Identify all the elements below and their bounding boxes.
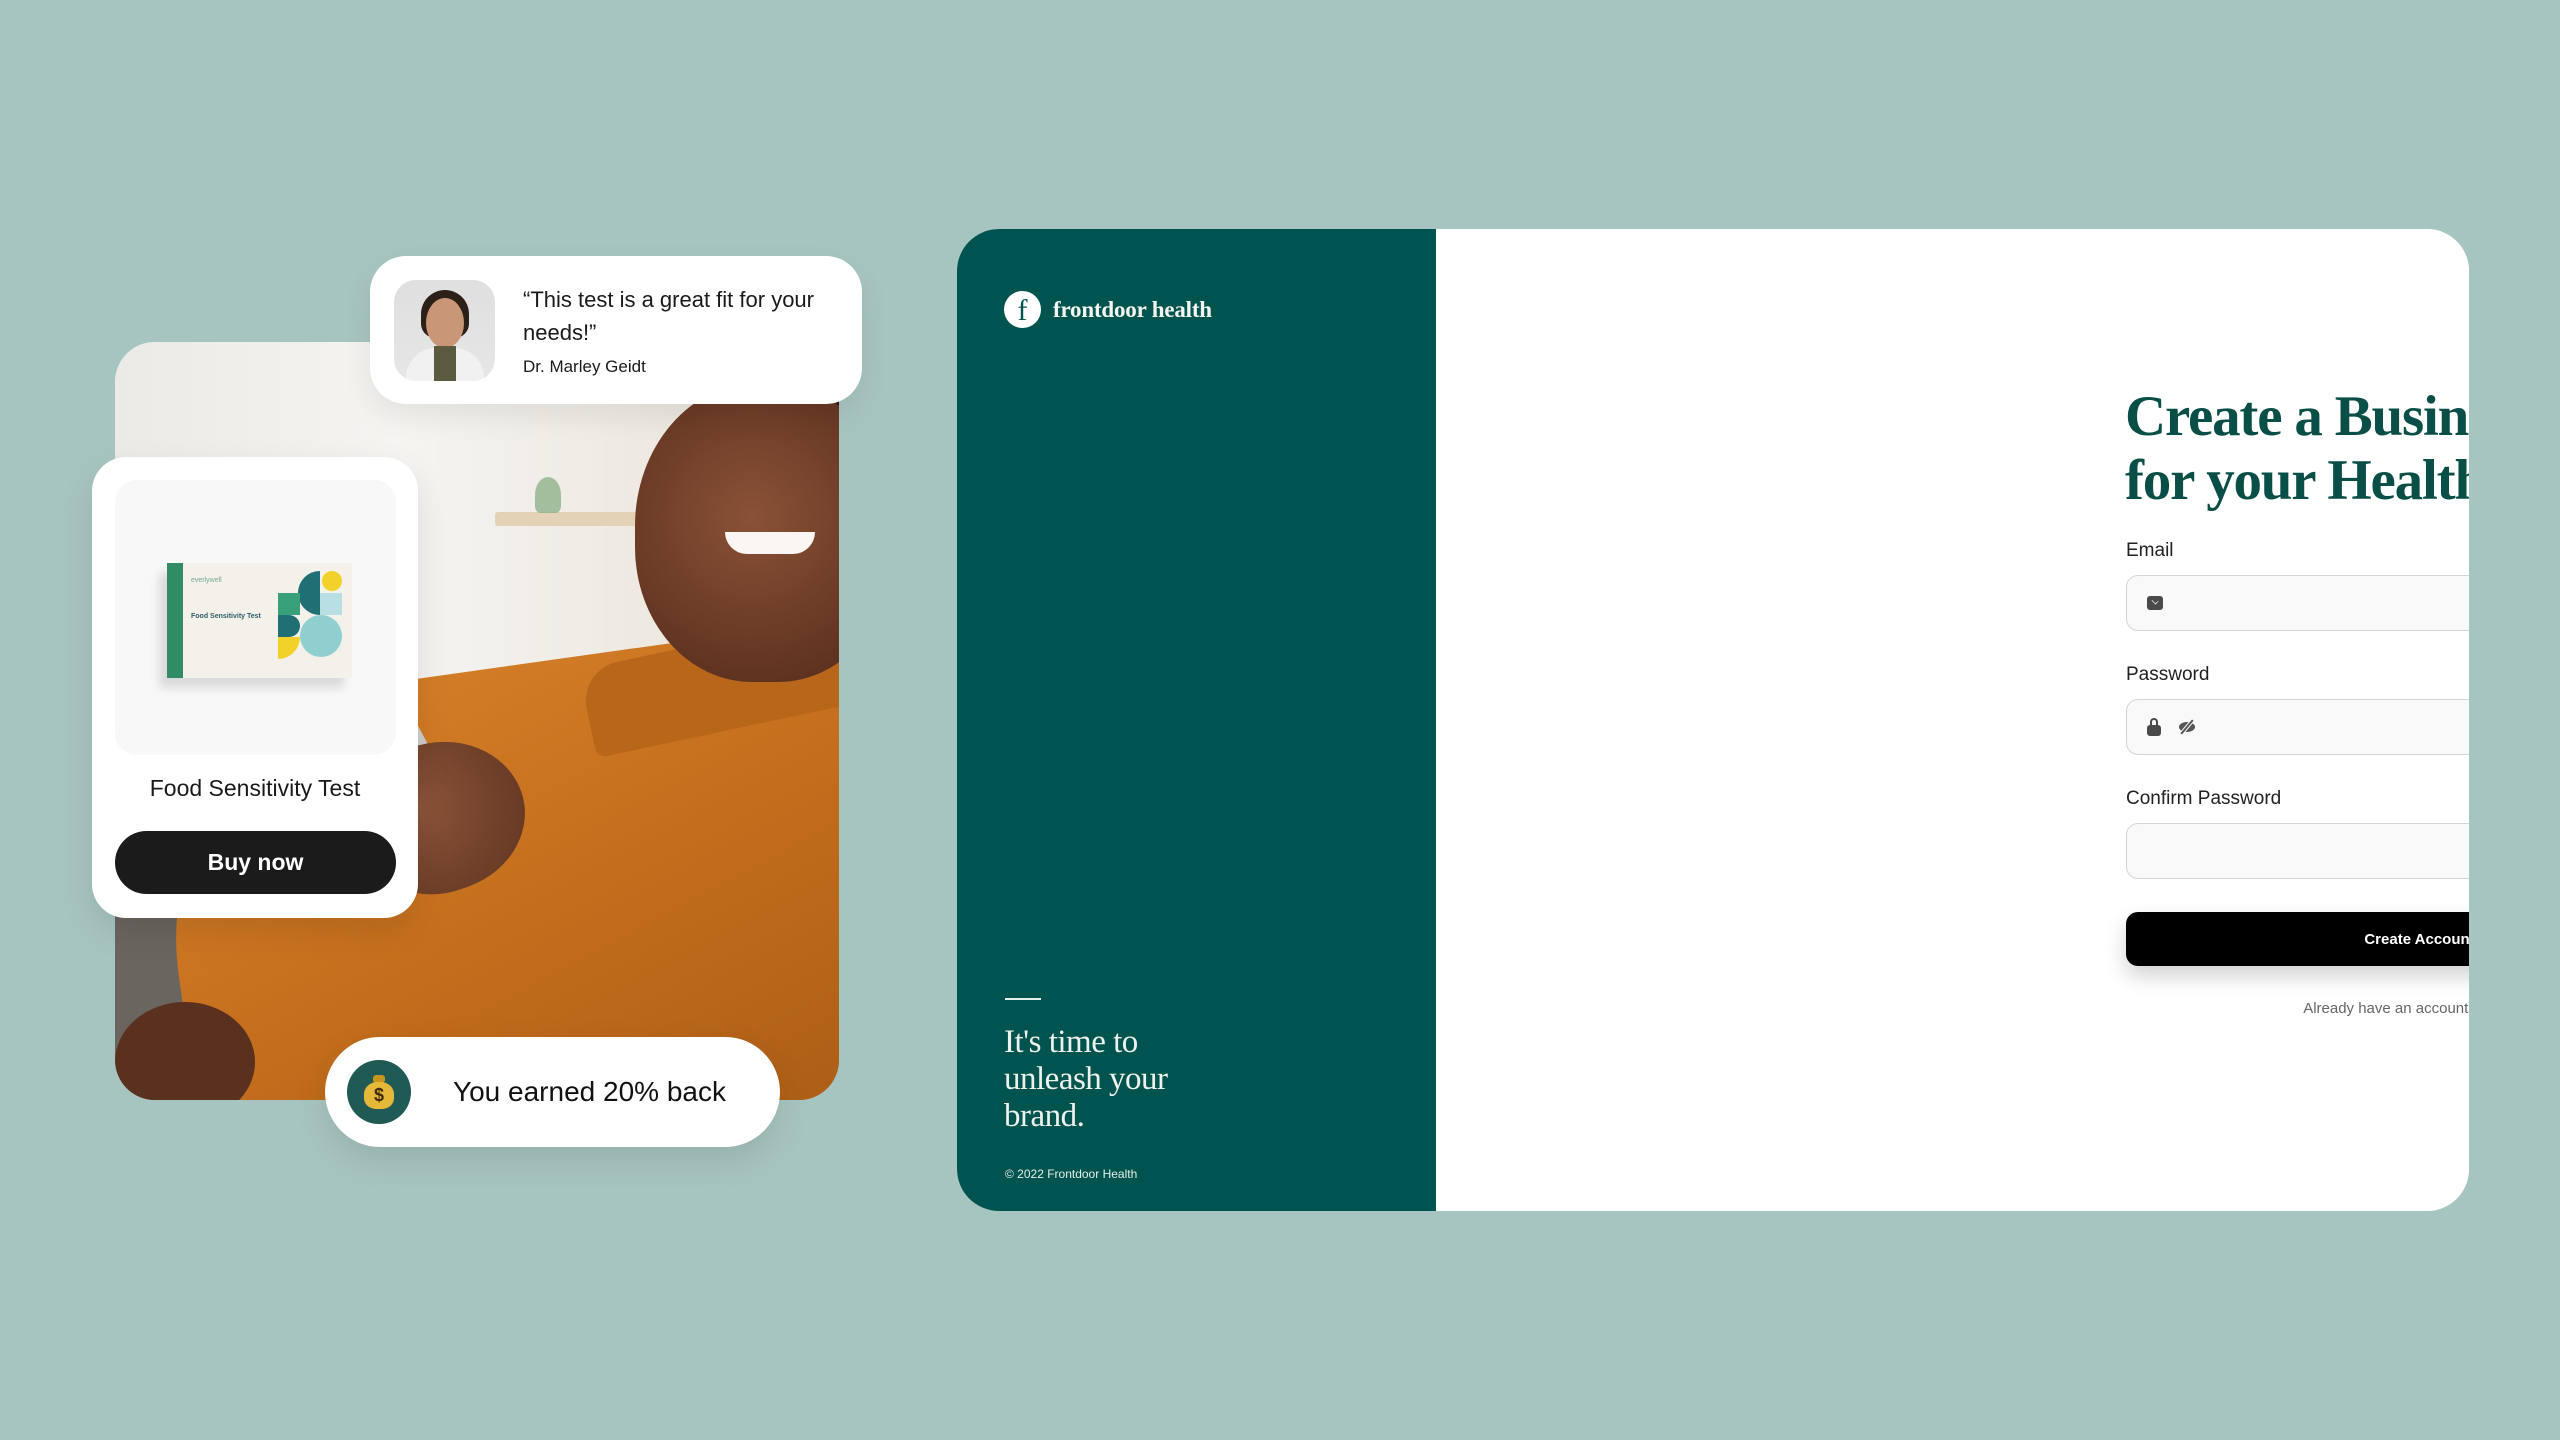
signup-card: f frontdoor health It's time to unleash … — [957, 229, 2469, 1211]
doctor-avatar — [394, 279, 495, 381]
brand-logo[interactable]: f frontdoor health — [1004, 291, 1212, 328]
signin-prompt: Already have an account? — [2303, 1000, 2469, 1017]
photo-smile — [725, 532, 815, 554]
testimonial-author: Dr. Marley Geidt — [523, 357, 646, 376]
avatar-scrub — [434, 345, 456, 381]
copyright-text: © 2022 Frontdoor Health — [1005, 1167, 1138, 1181]
product-name: Food Sensitivity Test — [149, 775, 361, 801]
confirm-password-label: Confirm Password — [2126, 788, 2282, 809]
photo-plant — [535, 477, 561, 513]
avatar-face — [426, 297, 464, 348]
kit-title: Food Sensitivity Test — [191, 613, 261, 620]
product-image: everlywell Food Sensitivity Test — [115, 480, 396, 755]
test-kit-box: everlywell Food Sensitivity Test — [167, 563, 352, 678]
password-field-container — [2126, 699, 2469, 755]
testimonial-text: “This test is a great fit for your needs… — [523, 283, 823, 377]
signup-form: Create a Business Account for your Healt… — [1436, 229, 2469, 1211]
logo-icon: f — [1004, 291, 1041, 328]
money-bag-icon: $ — [347, 1060, 411, 1124]
email-field-container — [2126, 575, 2469, 631]
money-bag-glyph: $ — [364, 1075, 394, 1109]
brand-tagline: It's time to unleash your brand. — [1004, 1024, 1168, 1134]
testimonial-card: “This test is a great fit for your needs… — [370, 256, 862, 404]
kit-spine — [167, 563, 183, 678]
signin-prompt-row: Already have an account? Sign In — [2126, 1000, 2469, 1017]
kit-artwork — [278, 571, 342, 666]
brand-panel: f frontdoor health It's time to unleash … — [957, 229, 1436, 1211]
reward-notification: $ You earned 20% back — [325, 1037, 780, 1147]
testimonial-quote: “This test is a great fit for your needs… — [523, 287, 814, 345]
kit-brand: everlywell — [191, 577, 222, 584]
confirm-password-field[interactable] — [2127, 824, 2469, 878]
email-label: Email — [2126, 540, 2174, 561]
reward-text: You earned 20% back — [453, 1076, 726, 1107]
dollar-sign: $ — [364, 1082, 394, 1109]
logo-text: frontdoor health — [1053, 296, 1212, 322]
product-card: everlywell Food Sensitivity Test Food Se… — [92, 457, 418, 918]
password-label: Password — [2126, 664, 2210, 685]
page-title: Create a Business Account for your Healt… — [2125, 385, 2469, 512]
tagline-divider — [1005, 998, 1041, 1000]
eye-off-icon[interactable] — [2178, 719, 2196, 735]
email-field[interactable] — [2127, 576, 2469, 630]
confirm-password-field-container — [2126, 823, 2469, 879]
create-account-button[interactable]: Create Account — [2126, 912, 2469, 966]
buy-now-button[interactable]: Buy now — [115, 831, 396, 894]
